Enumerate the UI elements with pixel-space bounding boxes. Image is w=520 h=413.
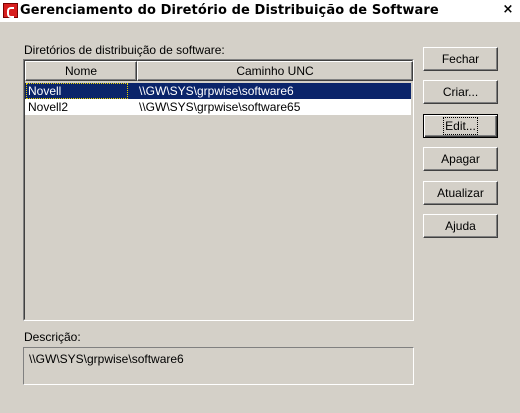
list-row[interactable]: Novell2 \\GW\SYS\grpwise\software65 <box>25 99 411 115</box>
help-button[interactable]: Ajuda <box>423 214 498 238</box>
distribution-directories-list[interactable]: Nome Caminho UNC Novell \\GW\SYS\grpwise… <box>23 59 414 321</box>
refresh-button-label: Atualizar <box>437 186 484 200</box>
edit-button[interactable]: Edit... <box>423 114 498 138</box>
list-header: Nome Caminho UNC <box>25 61 414 81</box>
window-title: Gerenciamento do Diretório de Distribuiç… <box>20 3 439 18</box>
groupwise-app-icon <box>3 3 18 18</box>
list-row[interactable]: Novell \\GW\SYS\grpwise\software6 <box>25 83 411 99</box>
row-name-cell: Novell2 <box>28 100 69 114</box>
delete-button-label: Apagar <box>441 152 480 166</box>
row-name-cell: Novell <box>26 83 128 99</box>
help-button-label: Ajuda <box>445 219 476 233</box>
row-path-cell: \\GW\SYS\grpwise\software6 <box>139 84 294 98</box>
close-button-label: Fechar <box>441 52 480 66</box>
edit-button-label: Edit... <box>443 117 478 135</box>
refresh-button[interactable]: Atualizar <box>423 181 498 205</box>
close-window-icon[interactable]: × <box>500 2 516 18</box>
close-button[interactable]: Fechar <box>423 47 498 71</box>
description-field[interactable]: \\GW\SYS\grpwise\software6 <box>23 347 414 385</box>
description-value: \\GW\SYS\grpwise\software6 <box>29 352 184 366</box>
list-label: Diretórios de distribuição de software: <box>24 43 225 57</box>
delete-button[interactable]: Apagar <box>423 147 498 171</box>
column-header-nome[interactable]: Nome <box>25 61 137 81</box>
title-bar[interactable]: Gerenciamento do Diretório de Distribuiç… <box>0 0 520 22</box>
row-path-cell: \\GW\SYS\grpwise\software65 <box>139 100 301 114</box>
create-button-label: Criar... <box>442 85 479 99</box>
column-header-caminho-unc[interactable]: Caminho UNC <box>137 61 413 81</box>
create-button[interactable]: Criar... <box>423 80 498 104</box>
description-label: Descrição: <box>24 330 81 344</box>
dialog-window: Gerenciamento do Diretório de Distribuiç… <box>0 0 520 413</box>
